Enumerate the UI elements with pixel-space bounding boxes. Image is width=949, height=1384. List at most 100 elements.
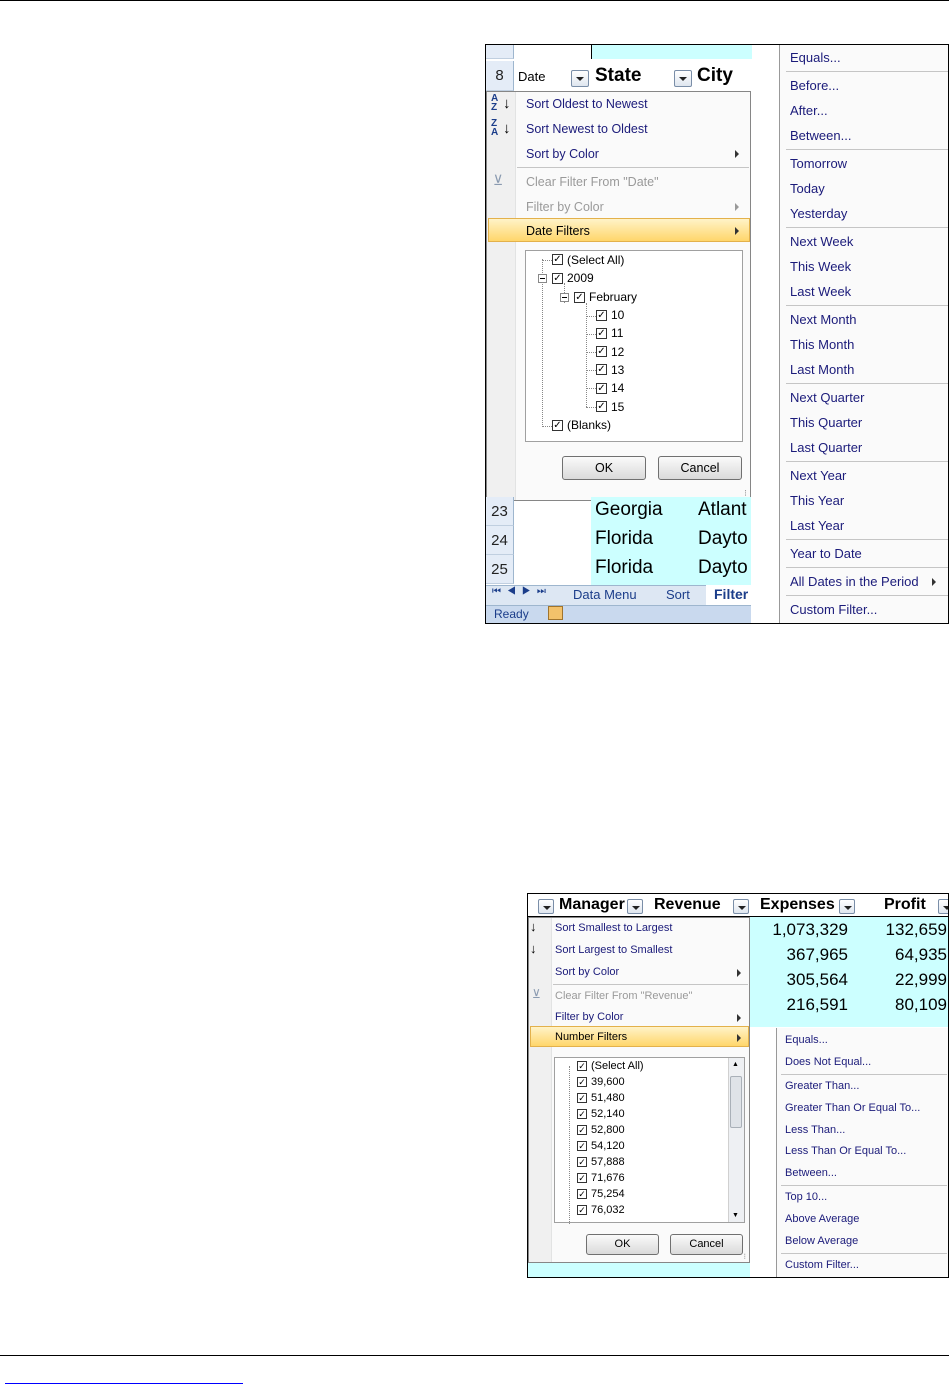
list-scrollbar[interactable]: ▲ ▼ — [728, 1058, 744, 1222]
year-checkbox[interactable]: ✓ — [552, 273, 563, 284]
sort-by-color-item[interactable]: Sort by Color — [526, 147, 599, 161]
submenu-item[interactable]: Next Week — [790, 234, 853, 249]
month-checkbox[interactable]: ✓ — [574, 292, 585, 303]
submenu-item[interactable]: Less Than... — [785, 1124, 845, 1136]
submenu-item[interactable]: Below Average — [785, 1235, 858, 1247]
submenu-item[interactable]: Greater Than... — [785, 1080, 859, 1092]
submenu-item[interactable]: Equals... — [785, 1034, 828, 1046]
date-filters-item[interactable]: Date Filters — [526, 224, 590, 238]
value-checkbox[interactable]: ✓ — [577, 1125, 587, 1135]
submenu-item[interactable]: Between... — [790, 128, 851, 143]
submenu-item[interactable]: Does Not Equal... — [785, 1056, 871, 1068]
collapse-icon[interactable] — [560, 293, 569, 302]
tree-line — [542, 259, 543, 427]
select-all-checkbox[interactable]: ✓ — [552, 254, 563, 265]
submenu-item[interactable]: Custom Filter... — [790, 602, 877, 617]
day-checkbox[interactable]: ✓ — [596, 364, 607, 375]
submenu-item[interactable]: Equals... — [790, 50, 841, 65]
sort-newest-item[interactable]: Sort Newest to Oldest — [526, 122, 648, 136]
value-checkbox[interactable]: ✓ — [577, 1109, 587, 1119]
sort-oldest-item[interactable]: Sort Oldest to Newest — [526, 97, 648, 111]
date-tree-list[interactable]: ✓ (Select All) ✓ 2009 ✓ February ✓ 10 ✓ … — [525, 250, 743, 442]
expenses-cell: 367,965 — [786, 945, 848, 964]
manager-filter-button[interactable] — [627, 899, 643, 914]
submenu-item[interactable]: After... — [790, 103, 828, 118]
clear-filter-icon: ⊻ — [493, 172, 504, 188]
sort-by-color-item[interactable]: Sort by Color — [555, 966, 619, 978]
tab-sort[interactable]: Sort — [666, 587, 690, 602]
value-checkbox[interactable]: ✓ — [577, 1205, 587, 1215]
tab-data-menu[interactable]: Data Menu — [573, 587, 637, 602]
submenu-item[interactable]: Less Than Or Equal To... — [785, 1145, 906, 1157]
day-checkbox[interactable]: ✓ — [596, 401, 607, 412]
ok-button[interactable]: OK — [562, 456, 646, 480]
submenu-item[interactable]: Last Quarter — [790, 440, 862, 455]
select-all-checkbox[interactable]: ✓ — [577, 1061, 587, 1071]
scroll-up-icon[interactable]: ▲ — [732, 1061, 739, 1068]
collapse-icon[interactable] — [538, 274, 547, 283]
submenu-item[interactable]: Next Year — [790, 468, 846, 483]
submenu-item[interactable]: Yesterday — [790, 206, 847, 221]
submenu-item[interactable]: Year to Date — [790, 546, 862, 561]
scroll-down-icon[interactable]: ▼ — [732, 1212, 739, 1219]
value-checkbox[interactable]: ✓ — [577, 1141, 587, 1151]
scroll-thumb[interactable] — [730, 1076, 742, 1128]
row-number — [486, 45, 514, 59]
submenu-item[interactable]: Custom Filter... — [785, 1259, 859, 1271]
date-dropdown-button[interactable] — [571, 70, 589, 87]
day-checkbox[interactable]: ✓ — [596, 328, 607, 339]
value-label: 51,480 — [591, 1092, 625, 1104]
filter-by-color-item[interactable]: Filter by Color — [555, 1011, 623, 1023]
profit-dropdown-button[interactable] — [938, 899, 948, 914]
value-checkbox[interactable]: ✓ — [577, 1173, 587, 1183]
submenu-item[interactable]: All Dates in the Period — [790, 574, 919, 589]
value-checkbox[interactable]: ✓ — [577, 1157, 587, 1167]
revenue-dropdown-button[interactable] — [733, 899, 749, 914]
day-checkbox[interactable]: ✓ — [596, 310, 607, 321]
resize-grip-icon[interactable]: ⁝ — [743, 1252, 746, 1261]
submenu-item[interactable]: This Week — [790, 259, 851, 274]
submenu-item[interactable]: Top 10... — [785, 1191, 827, 1203]
day-checkbox[interactable]: ✓ — [596, 346, 607, 357]
day-checkbox[interactable]: ✓ — [596, 383, 607, 394]
submenu-item[interactable]: This Quarter — [790, 415, 862, 430]
cancel-button[interactable]: Cancel — [658, 456, 742, 480]
state-dropdown-button[interactable] — [674, 70, 692, 87]
submenu-item[interactable]: Before... — [790, 78, 839, 93]
submenu-item[interactable]: Last Week — [790, 284, 851, 299]
submenu-item[interactable]: Greater Than Or Equal To... — [785, 1102, 920, 1114]
value-label: 52,140 — [591, 1108, 625, 1120]
sort-largest-item[interactable]: Sort Largest to Smallest — [555, 944, 672, 956]
submenu-item[interactable]: Above Average — [785, 1213, 859, 1225]
macro-record-icon[interactable] — [548, 606, 563, 620]
expenses-dropdown-button[interactable] — [839, 899, 855, 914]
value-list[interactable]: ✓ (Select All) ✓ 39,600 ✓ 51,480 ✓ 52,14… — [554, 1057, 745, 1224]
value-checkbox[interactable]: ✓ — [577, 1189, 587, 1199]
value-checkbox[interactable]: ✓ — [577, 1077, 587, 1087]
sort-smallest-item[interactable]: Sort Smallest to Largest — [555, 922, 672, 934]
tab-scroll-icon[interactable]: ⏮◀▶⏭ — [492, 586, 552, 597]
submenu-item[interactable]: Between... — [785, 1167, 837, 1179]
clear-filter-icon: ⊻ — [532, 987, 541, 1001]
divider — [786, 227, 948, 228]
city-cell: Atlant — [698, 499, 747, 520]
autofilter-menu: ↓ Sort Smallest to Largest ↓ Sort Larges… — [528, 917, 750, 1263]
day-label: 12 — [611, 345, 625, 359]
submenu-item[interactable]: Tomorrow — [790, 156, 847, 171]
ok-button[interactable]: OK — [586, 1234, 659, 1255]
submenu-item[interactable]: Last Year — [790, 518, 844, 533]
blanks-checkbox[interactable]: ✓ — [552, 420, 563, 431]
number-filters-item[interactable]: Number Filters — [555, 1031, 627, 1043]
submenu-item[interactable]: This Month — [790, 337, 854, 352]
submenu-item[interactable]: Last Month — [790, 362, 854, 377]
value-checkbox[interactable]: ✓ — [577, 1093, 587, 1103]
tree-line — [542, 260, 552, 261]
submenu-item[interactable]: Today — [790, 181, 825, 196]
submenu-item[interactable]: This Year — [790, 493, 844, 508]
tab-filter[interactable]: Filter — [714, 586, 748, 602]
manager-dropdown-button[interactable] — [538, 899, 554, 914]
cancel-button[interactable]: Cancel — [670, 1234, 743, 1255]
submenu-item[interactable]: Next Quarter — [790, 390, 864, 405]
submenu-item[interactable]: Next Month — [790, 312, 856, 327]
submenu-arrow-icon — [737, 969, 741, 977]
